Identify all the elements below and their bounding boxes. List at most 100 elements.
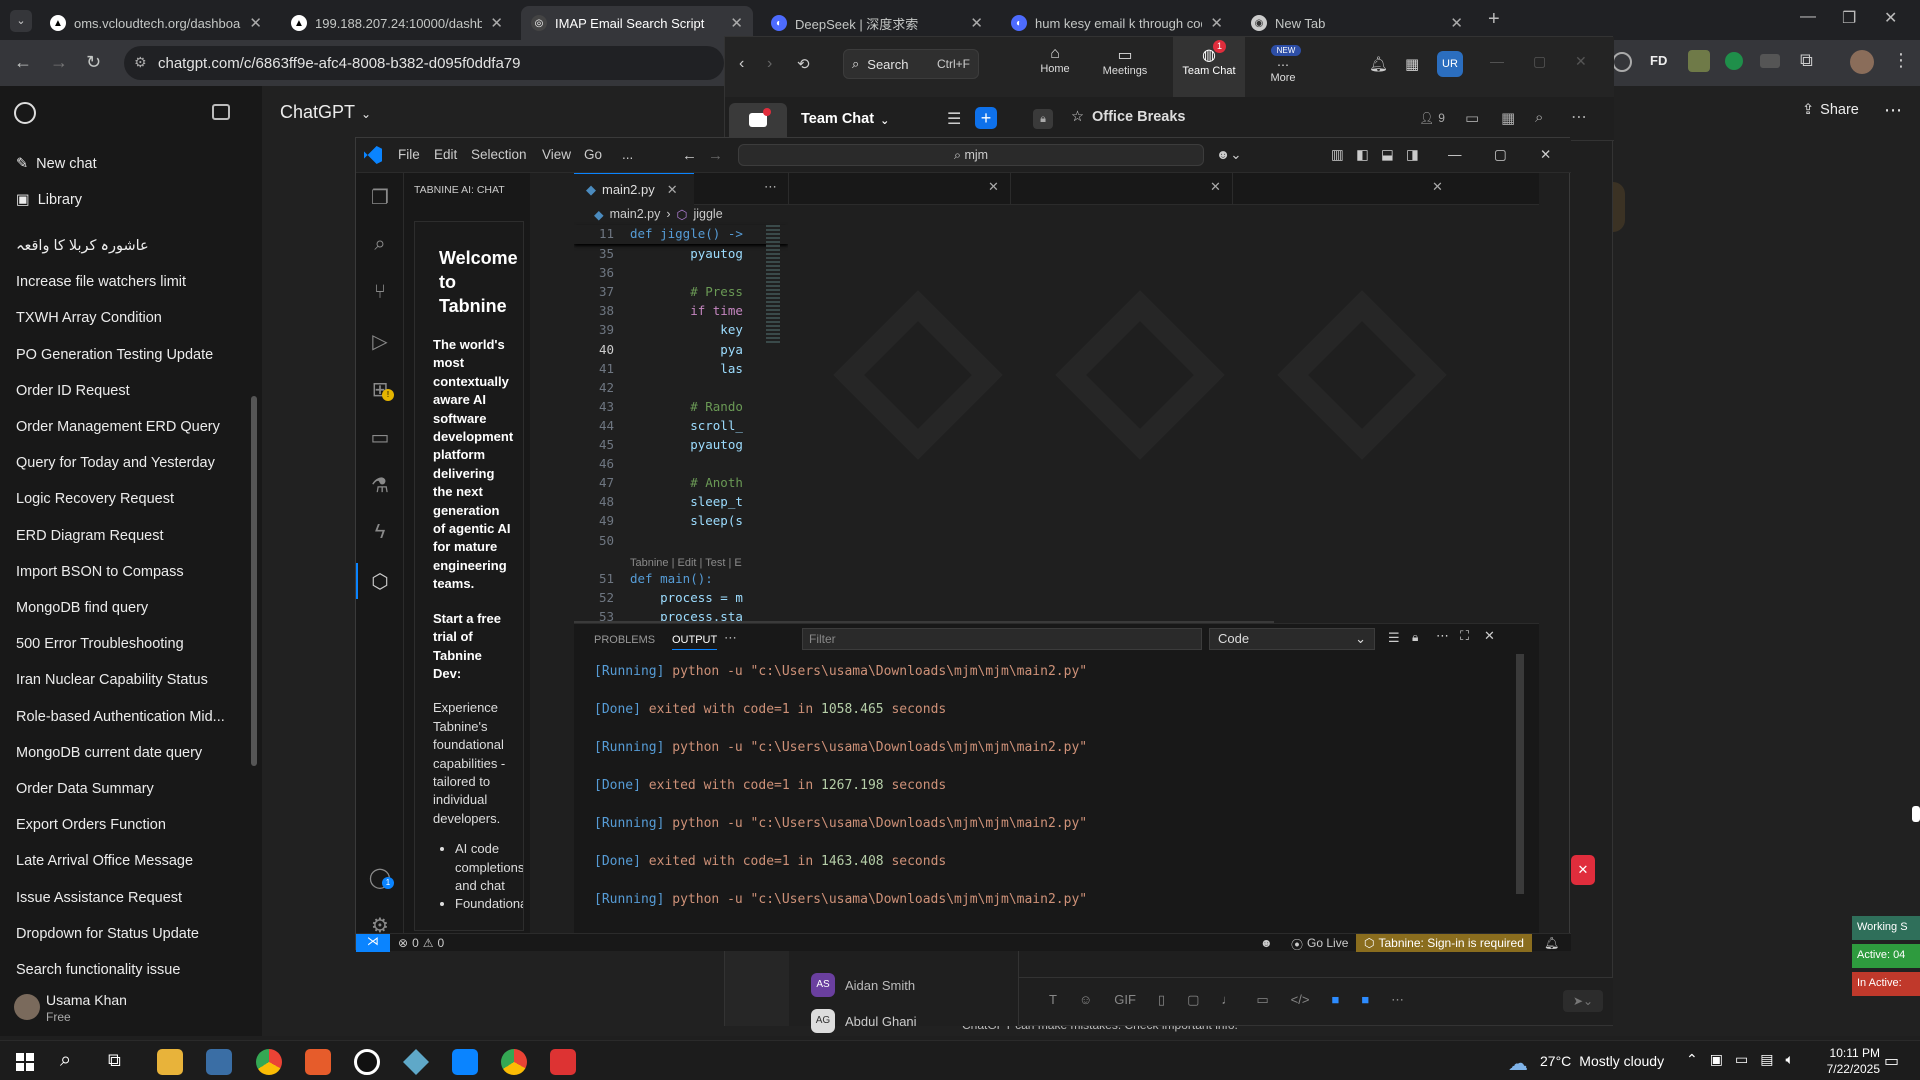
chat-history-item[interactable]: ERD Diagram Request (16, 528, 163, 544)
tab-close-icon[interactable]: ✕ (1450, 14, 1463, 32)
remote-explorer-icon[interactable]: ▭ (368, 425, 392, 449)
close-group-icon[interactable]: ✕ (1210, 179, 1221, 195)
command-center-search[interactable]: ⌕ mjm (738, 144, 1204, 166)
breadcrumb[interactable]: ◆ main2.py › ⬡ jiggle (594, 207, 723, 222)
gif-button[interactable]: GIF (1114, 992, 1136, 1008)
site-info-icon[interactable]: ⚙ (134, 54, 147, 71)
source-control-icon[interactable]: ⑂ (368, 281, 392, 305)
customize-layout-icon[interactable]: ▥ (1331, 147, 1344, 163)
close-sidebar-icon[interactable] (212, 104, 230, 120)
file-explorer-icon[interactable] (157, 1049, 183, 1075)
app-icon[interactable] (550, 1049, 576, 1075)
minimize-icon[interactable]: — (1490, 53, 1504, 69)
code-line[interactable]: process = m (630, 590, 743, 605)
puzzle-extensions-icon[interactable]: ⧉ (1800, 50, 1813, 71)
chat-history-item[interactable]: Query for Today and Yesterday (16, 455, 215, 471)
browser-tab-imap[interactable]: ◎ IMAP Email Search Script ✕ (521, 6, 753, 40)
close-group-icon[interactable]: ✕ (1432, 179, 1443, 195)
tabnine-status[interactable]: ⬡ Tabnine: Sign-in is required (1356, 934, 1532, 952)
minimap[interactable] (766, 225, 780, 345)
code-line[interactable]: # Press (630, 284, 743, 299)
tab-close-icon[interactable]: ✕ (667, 182, 678, 198)
nav-more[interactable]: NEW ⋯ More (1261, 45, 1305, 84)
sticky-scroll-line[interactable]: 11 def jiggle() -> (574, 225, 788, 244)
copilot-icon[interactable]: ☻⌄ (1216, 147, 1242, 163)
code-line[interactable]: # Anoth (630, 475, 743, 490)
close-popup-icon[interactable]: ✕ (1571, 855, 1595, 885)
chat-history-item[interactable]: Role-based Authentication Mid... (16, 709, 225, 725)
channel-title[interactable]: ☆ Office Breaks (1071, 109, 1186, 125)
new-chat-button[interactable]: ✎ New chat (16, 156, 97, 172)
code-line[interactable]: def main(): (630, 571, 713, 586)
chrome-profile-icon[interactable] (501, 1049, 527, 1075)
chat-history-item[interactable]: Increase file watchers limit (16, 274, 186, 290)
clock[interactable]: 10:11 PM 7/22/2025 (1810, 1045, 1880, 1077)
chat-history-item[interactable]: Export Orders Function (16, 817, 166, 833)
back-arrow-icon[interactable]: ← (682, 147, 697, 164)
member-count[interactable]: 👤︎ 9 (1419, 111, 1445, 125)
star-icon[interactable]: ☆ (1071, 109, 1084, 125)
browser-tab-dashboard[interactable]: ▲ 199.188.207.24:10000/dashboa ✕ (281, 6, 513, 40)
code-line[interactable]: sleep(s (630, 513, 743, 528)
forward-arrow-icon[interactable]: → (50, 52, 68, 73)
page-scrollbar-thumb[interactable] (1912, 806, 1920, 822)
tabnine-codelens[interactable]: Tabnine | Edit | Test | E (630, 557, 742, 569)
editor-tab-main2[interactable]: ◆ main2.py ✕ (574, 173, 694, 205)
search-icon[interactable]: ⌕ (60, 1049, 71, 1072)
more-actions-icon[interactable]: ⋯ (1436, 628, 1449, 644)
calendar-icon[interactable]: ▦ (1501, 109, 1515, 127)
remote-indicator-icon[interactable]: ⋊ (356, 934, 390, 952)
chat-history-item[interactable]: Iran Nuclear Capability Status (16, 672, 208, 688)
toggle-secondary-sidebar-icon[interactable]: ◨ (1406, 147, 1419, 163)
extensions-icon[interactable]: ⊞! (368, 377, 394, 401)
chat-history-item[interactable]: TXWH Array Condition (16, 310, 162, 326)
browser-tab-oms[interactable]: ▲ oms.vcloudtech.org/dashboard ✕ (40, 6, 272, 40)
code-editor[interactable]: ◆ main2.py › ⬡ jiggle 11 def jiggle() -> 35 p… (574, 205, 788, 623)
go-live-button[interactable]: ⦿ Go Live (1291, 936, 1348, 953)
lock-scroll-icon[interactable]: 🔒︎ (1412, 630, 1418, 645)
chrome-icon[interactable] (256, 1049, 282, 1075)
fd-extension-icon[interactable]: FD (1650, 53, 1667, 68)
toggle-panel-icon[interactable]: ⬓ (1381, 147, 1394, 163)
chrome-menu-icon[interactable]: ⋮ (1892, 50, 1910, 71)
more-options-icon[interactable]: ⋯ (1391, 992, 1404, 1008)
close-group-icon[interactable]: ✕ (988, 179, 999, 195)
browser-tab-newtab[interactable]: ◉ New Tab ✕ (1241, 6, 1473, 40)
tray-app-icon[interactable]: ▣ (1710, 1051, 1723, 1068)
menu-selection[interactable]: Selection (471, 147, 527, 162)
maximize-icon[interactable]: ▢ (1494, 147, 1507, 163)
output-scrollbar[interactable] (1516, 654, 1524, 894)
new-tab-plus-icon[interactable]: + (1488, 8, 1500, 31)
search-icon[interactable]: ⌕ (368, 233, 392, 257)
code-line[interactable]: # Rando (630, 399, 743, 414)
search-icon[interactable]: ⌕ (1535, 109, 1543, 126)
video-message-icon[interactable]: ▭ (1256, 992, 1268, 1008)
close-panel-icon[interactable]: ✕ (1484, 628, 1495, 644)
tab-close-icon[interactable]: ✕ (970, 14, 983, 32)
nav-home[interactable]: ⌂ Home (1035, 45, 1075, 75)
code-line[interactable]: pya (630, 342, 743, 357)
output-channel-select[interactable]: Code ⌄ (1209, 628, 1375, 650)
minimize-icon[interactable]: — (1800, 8, 1816, 26)
address-bar[interactable]: ⚙ chatgpt.com/c/6863ff9e-afc4-8008-b382-… (124, 46, 724, 80)
microphone-icon[interactable]: ♩ (1221, 992, 1234, 1008)
bell-icon[interactable]: 🔔︎ (1369, 55, 1388, 73)
more-options-icon[interactable]: ⋯ (1884, 100, 1902, 121)
calendar-icon[interactable]: ▦ (1405, 55, 1419, 73)
notifications-bell-icon[interactable]: 🔔︎ (1544, 936, 1559, 950)
output-filter-input[interactable]: Filter (802, 628, 1202, 650)
restore-icon[interactable]: ▢ (1533, 53, 1546, 70)
text-format-icon[interactable]: T (1049, 992, 1057, 1008)
more-options-icon[interactable]: ⋯ (1571, 107, 1587, 127)
team-chat-search[interactable]: ⌕ Search Ctrl+F (843, 49, 979, 79)
problems-status[interactable]: ⊗ 0 ⚠ 0 (398, 936, 444, 950)
chat-history-item[interactable]: MongoDB current date query (16, 745, 202, 761)
app-icon[interactable]: ■ (1361, 992, 1369, 1008)
chat-history-item[interactable]: MongoDB find query (16, 600, 148, 616)
tab-close-icon[interactable]: ✕ (249, 14, 262, 32)
restore-icon[interactable]: ❐ (1842, 8, 1856, 28)
menu-more[interactable]: ... (622, 147, 633, 162)
back-arrow-icon[interactable]: ← (14, 52, 32, 73)
browser-tab-deepseek[interactable]: ◐ DeepSeek | 深度求索 ✕ (761, 6, 993, 40)
vscode-taskbar-icon[interactable] (452, 1049, 478, 1075)
